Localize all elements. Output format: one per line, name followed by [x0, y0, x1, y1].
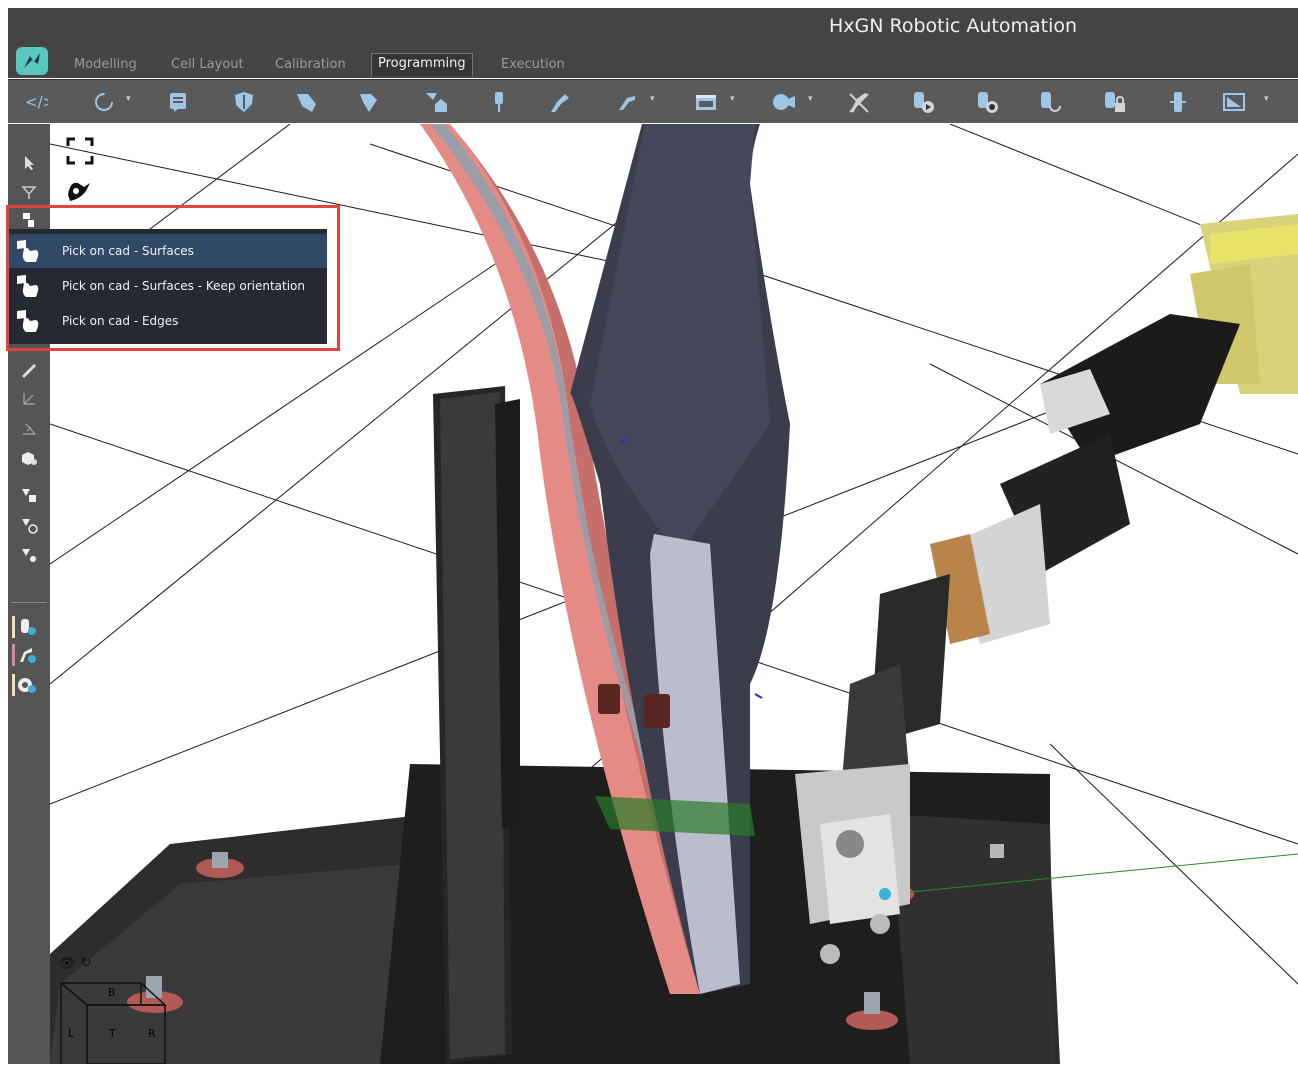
chevron-down-icon[interactable]: ▾	[126, 94, 131, 104]
path-view-icon[interactable]	[18, 544, 40, 566]
menu-item-label: Pick on cad - Surfaces	[62, 244, 194, 258]
view-cube[interactable]: B L T R	[57, 975, 169, 1065]
camera-status-icon[interactable]	[12, 674, 42, 696]
pick-edges-icon	[14, 309, 40, 333]
tool-record-icon[interactable]	[972, 88, 1000, 116]
code-icon[interactable]: </>	[22, 88, 50, 116]
tool-icon[interactable]	[485, 88, 513, 116]
menu-item-pick-surfaces-keep-orientation[interactable]: Pick on cad - Surfaces - Keep orientatio…	[8, 269, 327, 303]
pick-surfaces-icon	[14, 239, 40, 263]
view-cube-top[interactable]: T	[109, 1027, 116, 1040]
path-edit-icon[interactable]	[293, 88, 321, 116]
tab-execution[interactable]: Execution	[495, 55, 571, 77]
document-list-icon[interactable]	[164, 88, 192, 116]
path-lock-icon[interactable]	[18, 484, 40, 506]
measure-icon[interactable]	[1221, 88, 1249, 116]
angle-icon[interactable]	[18, 418, 40, 440]
chevron-down-icon[interactable]: ▾	[1264, 94, 1269, 104]
reset-view-icon[interactable]: ↻	[80, 955, 92, 971]
tool-refresh-icon[interactable]	[1035, 88, 1063, 116]
menu-item-pick-edges[interactable]: Pick on cad - Edges	[8, 304, 327, 338]
robot-arm-icon[interactable]	[546, 88, 574, 116]
rotate-icon[interactable]	[90, 88, 118, 116]
tab-calibration[interactable]: Calibration	[269, 55, 352, 77]
measure-line-icon[interactable]	[18, 360, 40, 382]
fit-all-icon[interactable]	[66, 137, 94, 165]
view-cube-back[interactable]: B	[108, 986, 116, 999]
path-curve-icon[interactable]	[356, 88, 384, 116]
camera-icon[interactable]	[770, 88, 798, 116]
view-cube-left[interactable]: L	[68, 1027, 74, 1040]
view-controls: 👁 ↻	[58, 955, 98, 974]
tab-cell-layout[interactable]: Cell Layout	[165, 55, 250, 77]
tab-programming[interactable]: Programming	[371, 53, 473, 76]
cube-pick-icon[interactable]	[18, 447, 40, 469]
menu-item-label: Pick on cad - Surfaces - Keep orientatio…	[62, 279, 305, 293]
tool-status-icon[interactable]	[12, 616, 42, 638]
tool-play-icon[interactable]	[908, 88, 936, 116]
menu-item-label: Pick on cad - Edges	[62, 314, 179, 328]
select-arrow-icon[interactable]	[18, 152, 40, 174]
robot-status-icon[interactable]	[12, 644, 42, 666]
shield-icon[interactable]	[230, 88, 258, 116]
chevron-down-icon[interactable]: ▾	[730, 94, 735, 104]
pick-point-icon[interactable]	[18, 181, 40, 203]
pick-on-cad-icon[interactable]	[18, 209, 40, 231]
app-logo-icon[interactable]	[16, 47, 48, 75]
tool-center-icon[interactable]	[1164, 88, 1192, 116]
robot-disable-icon[interactable]	[845, 88, 873, 116]
main-toolbar: </> ▾ ▾ ▾ ▾ ▾	[8, 79, 1298, 123]
window-icon[interactable]	[692, 88, 720, 116]
tool-lock-icon[interactable]	[1100, 88, 1128, 116]
menu-item-pick-surfaces[interactable]: Pick on cad - Surfaces	[8, 234, 327, 268]
app-title: HxGN Robotic Automation	[829, 15, 1078, 37]
robot-arm-alt-icon[interactable]	[614, 88, 642, 116]
chevron-down-icon[interactable]: ▾	[808, 94, 813, 104]
path-target-icon[interactable]	[18, 514, 40, 536]
axes-icon[interactable]	[18, 388, 40, 410]
separator	[11, 602, 47, 603]
pick-on-cad-menu: Pick on cad - Surfaces Pick on cad - Sur…	[8, 229, 327, 344]
title-bar: HxGN Robotic Automation	[8, 8, 1298, 48]
tab-modelling[interactable]: Modelling	[68, 55, 143, 77]
eye-icon[interactable]: 👁	[58, 956, 76, 972]
chevron-down-icon[interactable]: ▾	[650, 94, 655, 104]
view-cube-right[interactable]: R	[148, 1027, 156, 1040]
pick-surfaces-keep-orientation-icon	[14, 274, 40, 298]
orbit-tool-icon[interactable]	[64, 177, 94, 205]
path-home-icon[interactable]	[422, 88, 450, 116]
svg-text:</>: </>	[25, 93, 48, 111]
